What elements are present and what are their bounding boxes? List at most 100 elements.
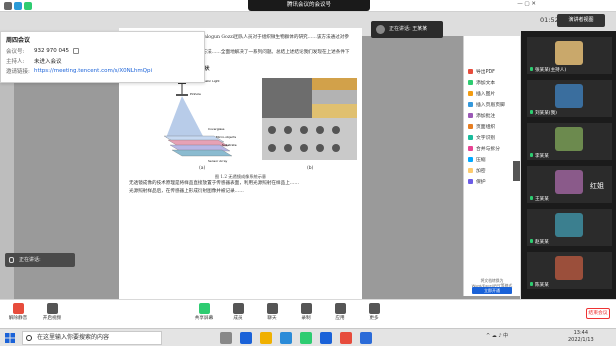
end-meeting-button[interactable]: 结束会议 xyxy=(586,308,610,319)
invite-link[interactable]: https://meeting.tencent.com/s/X0NLhmQpi xyxy=(34,68,152,74)
tool-icon xyxy=(468,80,473,85)
participants-button[interactable]: 成员 xyxy=(222,302,254,328)
share-icon xyxy=(198,303,210,314)
paragraph: 光源照射样品后，在传感器上形成衍射图像并被记录…… xyxy=(129,188,244,194)
participant-name-text: 李某某 xyxy=(535,154,549,159)
signal-icon[interactable] xyxy=(24,2,32,10)
sidebar-tool-item[interactable]: 保护 xyxy=(464,176,520,187)
participant-name: 赵某某 xyxy=(530,239,549,245)
meeting-info-popup: 周四会议 会议号: 932 970 045 主持人: 未进入会议 邀请链接: h… xyxy=(0,31,205,83)
meeting-title[interactable]: 腾讯会议的会议号 xyxy=(248,0,370,11)
edge-browser-icon[interactable] xyxy=(240,332,252,344)
video-button[interactable]: 开启视频 xyxy=(36,302,68,328)
video-label: 开启视频 xyxy=(42,316,62,321)
security-shield-icon[interactable] xyxy=(14,2,22,10)
participant-strip: 张某某(主持人) 刘某某(我) 李某某红姐王某某赵某某陈某某 xyxy=(513,31,616,331)
sidebar-tool-item[interactable]: 插入页眉页脚 xyxy=(464,99,520,110)
participant-tile[interactable]: 赵某某 xyxy=(527,209,612,246)
copy-icon[interactable] xyxy=(73,48,79,54)
mute-label: 解除静音 xyxy=(8,316,28,321)
windows-start-icon[interactable] xyxy=(5,333,15,343)
info-row: 主持人: 未进入会议 xyxy=(6,56,199,66)
wechat-icon[interactable] xyxy=(300,332,312,344)
sidebar-tool-item[interactable]: 插入图片 xyxy=(464,88,520,99)
people-icon xyxy=(232,303,244,314)
tool-icon xyxy=(468,157,473,162)
participant-tile[interactable]: 刘某某(我) xyxy=(527,80,612,117)
microscopy-images xyxy=(262,77,357,160)
pdf-left-panel[interactable] xyxy=(0,83,14,313)
participant-name-text: 刘某某(我) xyxy=(535,111,557,116)
share-screen-button[interactable]: 共享屏幕 xyxy=(188,302,220,328)
participant-tile[interactable]: 红姐王某某 xyxy=(527,166,612,203)
mute-button[interactable]: 解除静音 xyxy=(2,302,34,328)
avatar-text: 红姐 xyxy=(590,182,604,190)
mic-icon xyxy=(530,282,533,286)
tool-label: 合并与拆分 xyxy=(476,147,500,152)
meeting-info-icon[interactable] xyxy=(4,2,12,10)
participant-tile[interactable]: 陈某某 xyxy=(527,252,612,289)
store-icon[interactable] xyxy=(280,332,292,344)
avatar xyxy=(555,256,583,280)
participant-name-text: 陈某某 xyxy=(535,283,549,288)
clock-date: 2022/1/13 xyxy=(568,337,594,343)
upgrade-button[interactable]: 立即开通 xyxy=(472,287,512,294)
taskbar-clock[interactable]: 13:44 2022/1/13 xyxy=(568,330,594,344)
window-controls[interactable]: — ▢ ✕ xyxy=(517,1,536,7)
participant-tile[interactable]: 李某某 xyxy=(527,123,612,160)
task-view-icon[interactable] xyxy=(220,332,232,344)
system-tray[interactable]: ^ ☁ ♪ 中 xyxy=(486,332,508,339)
chat-icon xyxy=(266,303,278,314)
apps-button[interactable]: 应用 xyxy=(324,302,356,328)
tool-label: 文字识别 xyxy=(476,136,496,141)
windows-taskbar: 在这里输入你要搜索的内容 ^ ☁ ♪ 中 13:44 2022/1/13 xyxy=(0,328,616,346)
speaker-view-button[interactable]: 演讲者视图 xyxy=(557,14,605,27)
sidebar-tool-item[interactable]: 压缩 xyxy=(464,154,520,165)
avatar xyxy=(376,25,385,34)
tool-label: 保护 xyxy=(476,180,486,185)
record-label: 录制 xyxy=(301,316,311,321)
participant-name: 刘某某(我) xyxy=(530,110,557,116)
record-button[interactable]: 录制 xyxy=(290,302,322,328)
tool-icon xyxy=(468,69,473,74)
sidebar-tool-item[interactable]: 添加文本 xyxy=(464,77,520,88)
mic-icon xyxy=(530,67,533,71)
more-button[interactable]: 更多 xyxy=(358,302,390,328)
sidebar-tool-item[interactable]: 添加批注 xyxy=(464,110,520,121)
tool-icon xyxy=(468,146,473,151)
sidebar-tool-item[interactable]: 合并与拆分 xyxy=(464,143,520,154)
clock-time: 13:44 xyxy=(573,330,589,336)
pdf-reader-icon[interactable] xyxy=(340,332,352,344)
search-icon xyxy=(26,335,32,341)
sidebar-tool-item[interactable]: 加密 xyxy=(464,165,520,176)
apps-label: 应用 xyxy=(335,316,345,321)
ime-indicator[interactable]: 中 xyxy=(503,333,508,339)
speaking-indicator: 正在讲话: xyxy=(5,253,75,267)
share-label: 共享屏幕 xyxy=(194,316,214,321)
mic-icon xyxy=(530,239,533,243)
word-icon[interactable] xyxy=(360,332,372,344)
sidebar-tool-item[interactable]: 导出PDF xyxy=(464,66,520,77)
taskbar-search-box[interactable]: 在这里输入你要搜索的内容 xyxy=(22,331,162,345)
figure-sublabel-a: (a) xyxy=(199,165,206,171)
fig-label: Pinhole xyxy=(190,92,201,96)
mic-icon xyxy=(9,257,14,263)
fig-label: Substrate xyxy=(222,143,237,147)
participant-tile[interactable]: 张某某(主持人) xyxy=(527,37,612,74)
sidebar-tool-item[interactable]: 页面组织 xyxy=(464,121,520,132)
participant-name: 王某某 xyxy=(530,196,549,202)
host-name: 未进入会议 xyxy=(34,59,62,65)
participant-name: 李某某 xyxy=(530,153,549,159)
sidebar-tool-item[interactable]: 文字识别 xyxy=(464,132,520,143)
tencent-meeting-icon[interactable] xyxy=(320,332,332,344)
notification-text: 正在讲话: 王某某 xyxy=(389,26,428,32)
mic-icon xyxy=(530,153,533,157)
collapse-strip-handle[interactable] xyxy=(513,161,520,181)
tool-label: 导出PDF xyxy=(476,70,495,75)
tool-label: 插入图片 xyxy=(476,92,496,97)
camera-icon xyxy=(46,303,58,314)
file-explorer-icon[interactable] xyxy=(260,332,272,344)
lensless-setup-diagram: Monochromatic Light Pinhole Coverglass M… xyxy=(164,77,237,163)
avatar xyxy=(555,127,583,151)
chat-button[interactable]: 聊天 xyxy=(256,302,288,328)
